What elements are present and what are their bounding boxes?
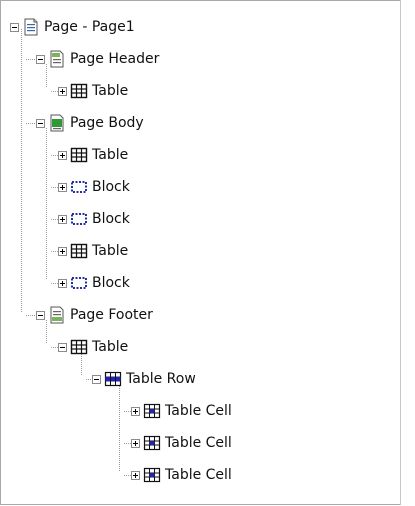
- expand-toggle[interactable]: [58, 246, 67, 256]
- tree-node-page-header[interactable]: Page Header: [36, 48, 159, 70]
- node-label: Table Row: [126, 371, 196, 387]
- tree-node-header-table[interactable]: Table: [58, 80, 128, 102]
- page-icon: [24, 18, 38, 36]
- collapse-toggle[interactable]: [36, 118, 45, 128]
- node-label: Table: [92, 243, 129, 259]
- node-label: Block: [92, 179, 130, 195]
- node-label: Block: [92, 275, 130, 291]
- table-cell-icon: [143, 467, 161, 483]
- expand-toggle[interactable]: [131, 470, 140, 480]
- expand-toggle[interactable]: [58, 214, 67, 224]
- expand-toggle[interactable]: [131, 438, 140, 448]
- tree-node-body-table[interactable]: Table: [58, 240, 128, 262]
- collapse-toggle[interactable]: [58, 342, 67, 352]
- table-icon: [70, 147, 88, 163]
- page-body-icon: [50, 114, 64, 132]
- tree-node-body-block[interactable]: Block: [58, 208, 130, 230]
- collapse-toggle[interactable]: [36, 54, 45, 64]
- table-icon: [70, 83, 88, 99]
- tree-node-page-footer[interactable]: Page Footer: [36, 304, 153, 326]
- tree-node-page[interactable]: Page - Page1: [10, 16, 135, 38]
- collapse-toggle[interactable]: [10, 22, 19, 32]
- expand-toggle[interactable]: [58, 278, 67, 288]
- node-label: Table Cell: [165, 403, 232, 419]
- page-header-icon: [50, 50, 64, 68]
- expand-toggle[interactable]: [58, 150, 67, 160]
- node-label: Page Header: [70, 51, 160, 67]
- tree-node-table-cell[interactable]: Table Cell: [131, 464, 232, 486]
- block-icon: [71, 213, 87, 225]
- node-label: Page Body: [70, 115, 144, 131]
- node-label: Table Cell: [165, 435, 232, 451]
- tree-node-table-cell[interactable]: Table Cell: [131, 432, 232, 454]
- collapse-toggle[interactable]: [36, 310, 45, 320]
- tree-node-table-row[interactable]: Table Row: [92, 368, 196, 390]
- table-icon: [70, 243, 88, 259]
- node-label: Table: [92, 339, 129, 355]
- expand-toggle[interactable]: [131, 406, 140, 416]
- table-cell-icon: [143, 435, 161, 451]
- block-icon: [71, 181, 87, 193]
- table-cell-icon: [143, 403, 161, 419]
- tree-node-footer-table[interactable]: Table: [58, 336, 128, 358]
- node-label: Page Footer: [70, 307, 153, 323]
- tree-node-body-table[interactable]: Table: [58, 144, 128, 166]
- table-icon: [70, 339, 88, 355]
- expand-toggle[interactable]: [58, 182, 67, 192]
- tree-node-body-block[interactable]: Block: [58, 272, 130, 294]
- node-label: Table: [92, 83, 129, 99]
- node-label: Block: [92, 211, 130, 227]
- block-icon: [71, 277, 87, 289]
- tree-node-page-body[interactable]: Page Body: [36, 112, 144, 134]
- node-label: Table Cell: [165, 467, 232, 483]
- node-label: Table: [92, 147, 129, 163]
- collapse-toggle[interactable]: [92, 374, 101, 384]
- tree-node-body-block[interactable]: Block: [58, 176, 130, 198]
- page-footer-icon: [50, 306, 64, 324]
- tree-node-table-cell[interactable]: Table Cell: [131, 400, 232, 422]
- expand-toggle[interactable]: [58, 86, 67, 96]
- node-label: Page - Page1: [44, 19, 135, 35]
- table-row-icon: [104, 371, 122, 387]
